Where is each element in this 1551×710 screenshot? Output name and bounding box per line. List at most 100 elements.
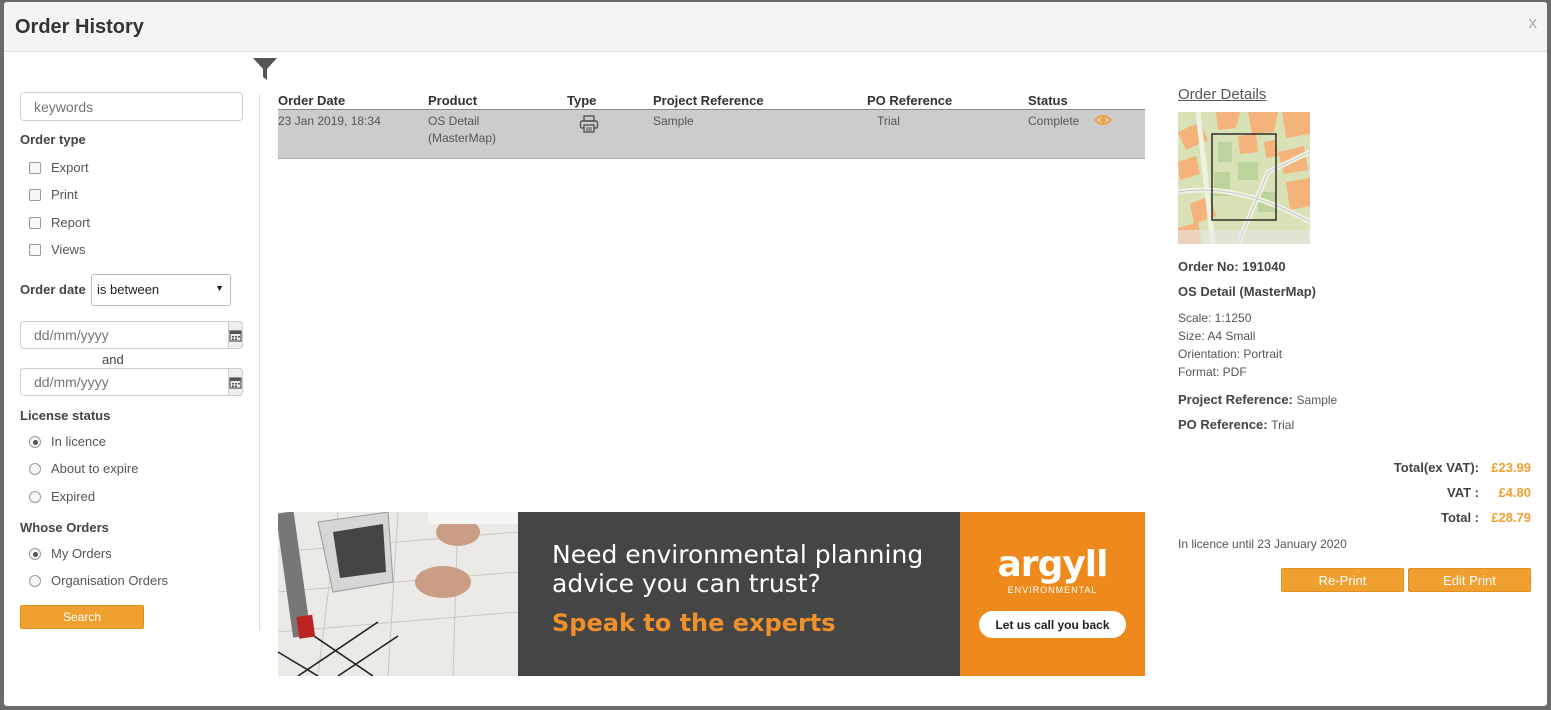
modal-header: Order History x — [4, 2, 1547, 52]
close-button[interactable]: x — [1529, 13, 1538, 33]
call-back-button[interactable]: Let us call you back — [979, 611, 1126, 638]
order-type-title: Order type — [20, 132, 86, 147]
argyll-logo: argyll — [997, 544, 1109, 585]
header-project-reference[interactable]: Project Reference — [653, 93, 764, 108]
modal-title: Order History — [15, 16, 144, 38]
edit-print-button[interactable]: Edit Print — [1408, 568, 1531, 592]
map-thumbnail-image[interactable] — [1178, 112, 1310, 244]
checkbox[interactable] — [29, 161, 41, 174]
banner-message: Need environmental planning advice you c… — [518, 512, 960, 676]
search-button[interactable]: Search — [20, 605, 144, 629]
product-line1: OS Detail — [428, 114, 480, 128]
filter-icon[interactable] — [252, 56, 278, 82]
po-reference-value: Trial — [1271, 418, 1295, 432]
radio[interactable] — [29, 462, 41, 475]
option-label: Organisation Orders — [51, 573, 169, 588]
eye-icon[interactable] — [1094, 113, 1112, 127]
option-label: Views — [51, 242, 86, 257]
option-label: About to expire — [51, 461, 139, 476]
date-to-calendar-button[interactable] — [228, 368, 243, 396]
date-to-group — [20, 368, 243, 396]
licence-expiry-text: In licence until 23 January 2020 — [1178, 537, 1347, 551]
whose-my-orders[interactable]: My Orders — [29, 546, 112, 561]
header-type[interactable]: Type — [567, 93, 596, 108]
table-header: Order Date Product Type Project Referenc… — [278, 92, 1145, 110]
order-scale: Scale: 1:1250 — [1178, 311, 1252, 325]
printer-icon — [579, 115, 599, 133]
license-status-title: License status — [20, 408, 111, 423]
project-reference-detail: Project Reference: Sample — [1178, 392, 1337, 407]
order-type-print[interactable]: Print — [29, 187, 78, 202]
cell-status: Complete — [1028, 114, 1080, 128]
whose-organisation-orders[interactable]: Organisation Orders — [29, 573, 168, 588]
header-product[interactable]: Product — [428, 93, 477, 108]
order-size: Size: A4 Small — [1178, 329, 1256, 343]
product-line2: (MasterMap) — [428, 131, 497, 145]
order-date-operator-select[interactable]: is between ▼ — [91, 274, 231, 306]
date-from-calendar-button[interactable] — [228, 321, 243, 349]
option-label: Expired — [51, 489, 96, 504]
calendar-icon — [229, 376, 242, 389]
order-details-title[interactable]: Order Details — [1178, 86, 1266, 103]
argyll-logo-subtitle: ENVIRONMENTAL — [1007, 585, 1098, 595]
cell-po-reference: Trial — [877, 114, 900, 128]
project-reference-value: Sample — [1296, 393, 1338, 407]
table-row[interactable]: 23 Jan 2019, 18:34 OS Detail (MasterMap)… — [278, 110, 1145, 159]
checkbox[interactable] — [29, 243, 41, 256]
banner-headline: Need environmental planning advice you c… — [552, 540, 923, 598]
option-label: In licence — [51, 434, 106, 449]
order-orientation: Orientation: Portrait — [1178, 347, 1283, 361]
total-value: £28.79 — [1491, 510, 1531, 525]
sidebar-divider — [259, 94, 260, 630]
total-ex-vat-label: Total(ex VAT): — [1393, 460, 1479, 475]
checkbox[interactable] — [29, 188, 41, 201]
option-label: Print — [51, 187, 78, 202]
cell-project-reference: Sample — [653, 114, 694, 128]
order-format: Format: PDF — [1178, 365, 1247, 379]
vat-row: VAT : £4.80 — [1447, 485, 1531, 500]
header-order-date[interactable]: Order Date — [278, 93, 345, 108]
order-product: OS Detail (MasterMap) — [1178, 284, 1316, 299]
banner-headline-line2: advice you can trust? — [552, 569, 821, 598]
select-value: is between — [97, 282, 160, 297]
and-label: and — [102, 352, 124, 367]
order-type-export[interactable]: Export — [29, 160, 89, 175]
filter-sidebar: Order type Export Print Report Views Ord… — [20, 92, 243, 629]
date-from-input[interactable] — [20, 321, 228, 349]
total-row: Total : £28.79 — [1441, 510, 1531, 525]
option-label: Report — [51, 215, 91, 230]
option-label: Export — [51, 160, 89, 175]
radio[interactable] — [29, 574, 41, 587]
po-reference-detail: PO Reference: Trial — [1178, 417, 1294, 432]
calendar-icon — [229, 329, 242, 342]
keywords-input[interactable] — [20, 92, 243, 121]
desk-photo-image — [278, 512, 518, 676]
caret-down-icon: ▼ — [215, 283, 224, 293]
order-type-views[interactable]: Views — [29, 242, 85, 257]
order-history-modal: Order History x Order type Export Print … — [4, 2, 1547, 706]
radio[interactable] — [29, 547, 41, 560]
option-label: My Orders — [51, 546, 112, 561]
license-in-licence[interactable]: In licence — [29, 434, 106, 449]
whose-orders-title: Whose Orders — [20, 520, 109, 535]
header-po-reference[interactable]: PO Reference — [867, 93, 952, 108]
ad-banner[interactable]: Need environmental planning advice you c… — [278, 512, 1145, 676]
vat-label: VAT : — [1446, 485, 1479, 500]
checkbox[interactable] — [29, 216, 41, 229]
vat-value: £4.80 — [1498, 485, 1531, 500]
total-ex-vat-value: £23.99 — [1491, 460, 1531, 475]
banner-headline-line1: Need environmental planning — [552, 540, 924, 569]
header-status[interactable]: Status — [1028, 93, 1068, 108]
radio[interactable] — [29, 435, 41, 448]
cell-order-date: 23 Jan 2019, 18:34 — [278, 114, 381, 128]
license-expired[interactable]: Expired — [29, 489, 95, 504]
license-about-to-expire[interactable]: About to expire — [29, 461, 138, 476]
radio[interactable] — [29, 490, 41, 503]
reprint-button[interactable]: Re-Print — [1281, 568, 1404, 592]
order-type-report[interactable]: Report — [29, 215, 90, 230]
date-from-group — [20, 321, 243, 349]
date-to-input[interactable] — [20, 368, 228, 396]
total-label: Total : — [1440, 510, 1479, 525]
total-ex-vat-row: Total(ex VAT): £23.99 — [1394, 460, 1531, 475]
banner-logo-panel: argyll ENVIRONMENTAL Let us call you bac… — [960, 512, 1145, 676]
